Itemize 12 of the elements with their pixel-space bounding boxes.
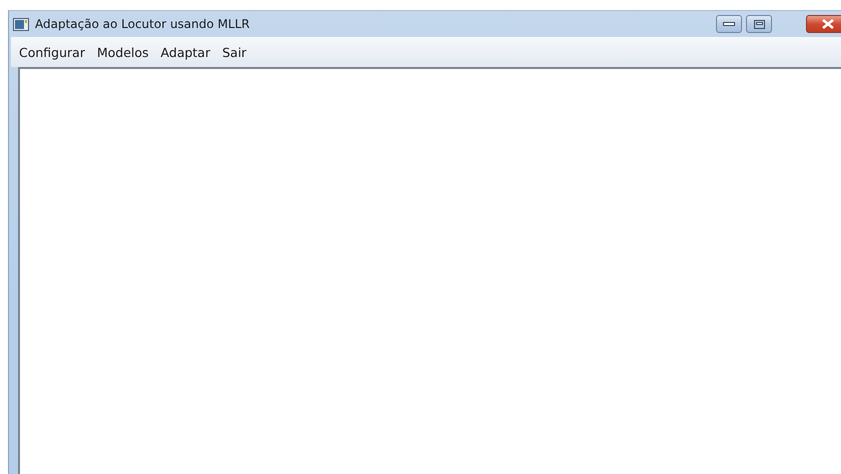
menu-item[interactable]: Sair (216, 44, 252, 60)
minimize-icon (723, 21, 735, 27)
menu-item[interactable]: Adaptar (154, 44, 216, 60)
minimize-button[interactable] (716, 15, 742, 33)
close-icon (822, 19, 834, 29)
window-title: Adaptação ao Locutor usando MLLR (35, 17, 250, 31)
close-button[interactable] (806, 15, 841, 33)
menu-item[interactable]: Configurar (13, 44, 91, 60)
maximize-button[interactable] (746, 15, 772, 33)
maximize-icon (754, 20, 764, 28)
menu-item[interactable]: Modelos (90, 44, 155, 60)
app-window-icon (13, 18, 29, 30)
